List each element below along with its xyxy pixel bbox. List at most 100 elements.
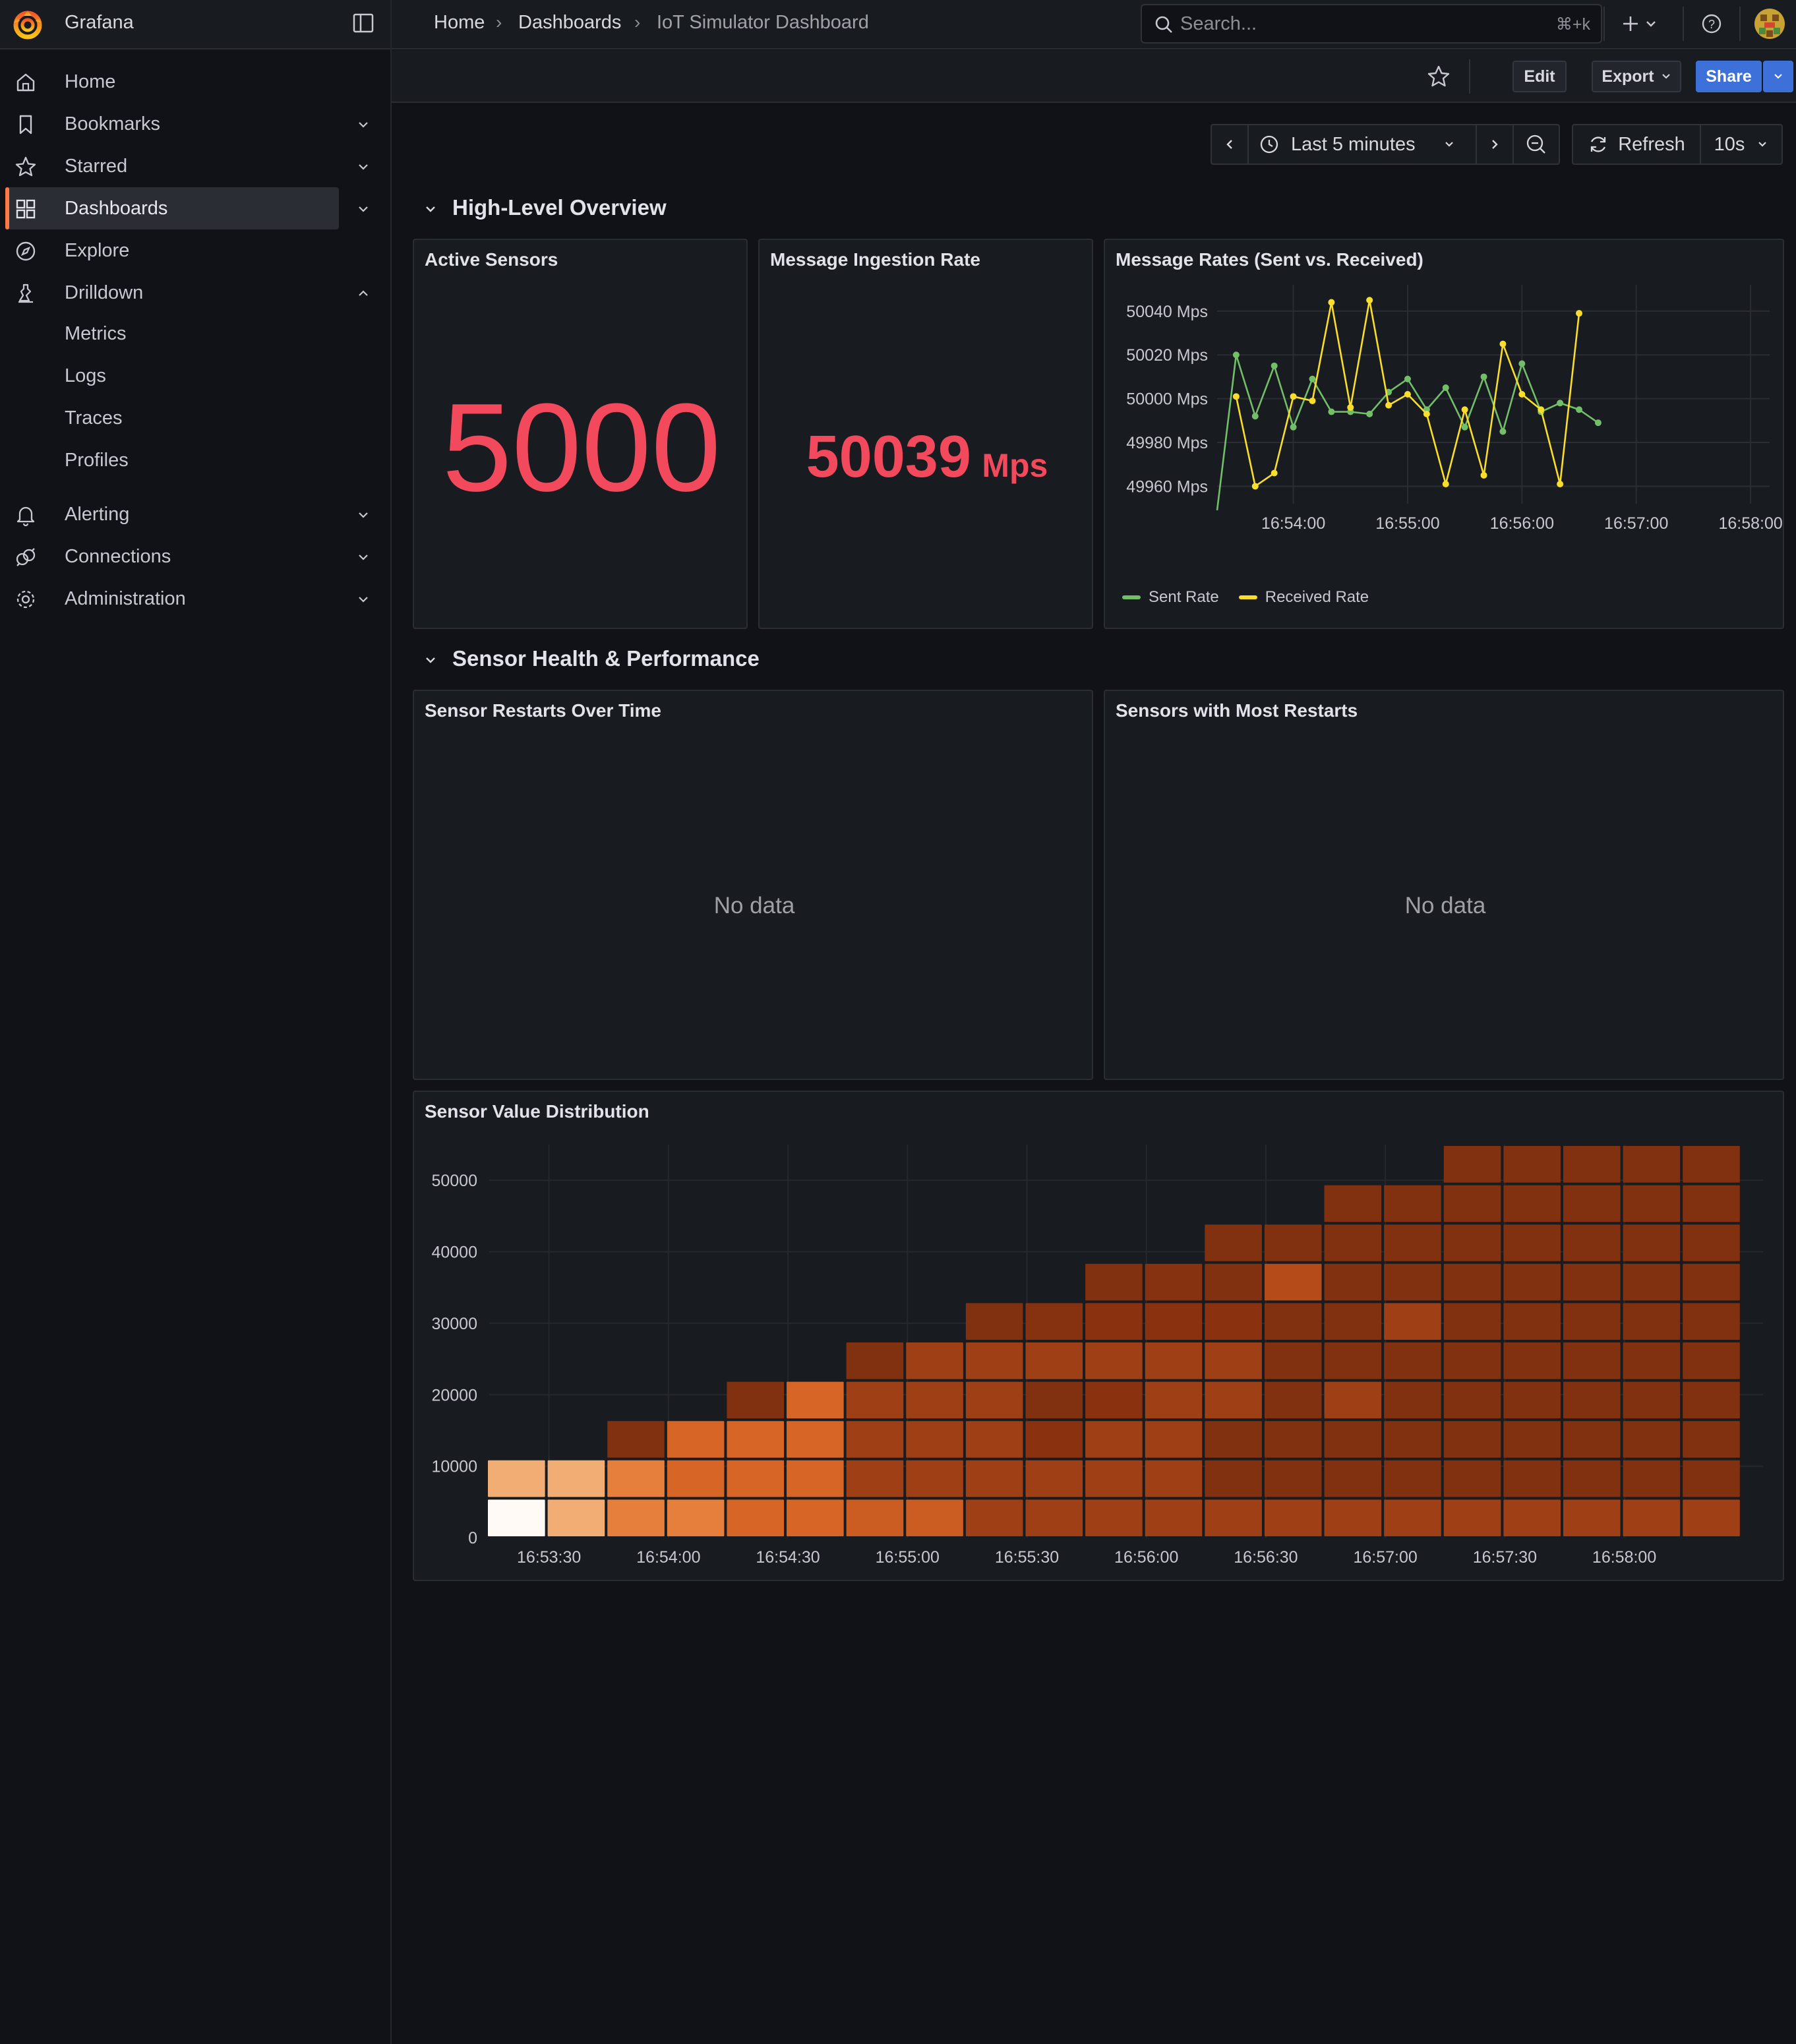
new-plus-icon[interactable] bbox=[1619, 11, 1665, 37]
sidebar-subitem-profiles[interactable]: Profiles bbox=[65, 450, 129, 471]
y-tick-label: 30000 bbox=[431, 1315, 477, 1333]
star-icon[interactable] bbox=[1427, 65, 1451, 88]
data-point bbox=[1594, 419, 1601, 427]
breadcrumb-dashboards[interactable]: Dashboards bbox=[518, 12, 621, 34]
heatmap-cell bbox=[1563, 1263, 1621, 1301]
data-point bbox=[1423, 410, 1430, 417]
sidebar-subitem-metrics[interactable]: Metrics bbox=[65, 323, 126, 345]
heatmap-cell bbox=[906, 1421, 963, 1458]
sidebar-item-administration[interactable]: Administration bbox=[0, 578, 389, 620]
heatmap-cell bbox=[1324, 1499, 1382, 1536]
row-title[interactable]: High-Level Overview bbox=[452, 195, 667, 220]
panel-sensor-value-distribution: Sensor Value Distribution 0 10000 20000 300… bbox=[413, 1091, 1784, 1581]
x-tick-label: 16:54:30 bbox=[756, 1548, 820, 1567]
sidebar-item-home[interactable]: Home bbox=[0, 61, 389, 103]
heatmap-cell bbox=[787, 1499, 844, 1536]
heatmap-cell bbox=[1623, 1303, 1681, 1340]
sidebar-item-label: Connections bbox=[65, 546, 171, 567]
refresh-interval-picker[interactable]: 10s bbox=[1700, 124, 1783, 165]
data-point bbox=[1442, 481, 1449, 488]
search-shortcut: ⌘+k bbox=[1555, 15, 1590, 34]
row-title[interactable]: Sensor Health & Performance bbox=[452, 646, 760, 671]
sidebar-item-connections[interactable]: Connections bbox=[0, 535, 389, 578]
heatmap-cell bbox=[1683, 1499, 1740, 1536]
x-tick-label: 16:55:00 bbox=[1375, 514, 1439, 533]
zoom-out-button[interactable] bbox=[1512, 124, 1560, 165]
sidebar-item-starred[interactable]: Starred bbox=[0, 145, 389, 187]
time-back-button[interactable] bbox=[1211, 124, 1249, 165]
chevron-up-icon[interactable] bbox=[356, 286, 371, 301]
sidebar-item-bookmarks[interactable]: Bookmarks bbox=[0, 103, 389, 145]
heatmap-cell bbox=[965, 1460, 1023, 1497]
sidebar-item-alerting[interactable]: Alerting bbox=[0, 493, 389, 535]
breadcrumb-home[interactable]: Home bbox=[434, 12, 485, 34]
heatmap-cell bbox=[1205, 1460, 1262, 1497]
heatmap-cell bbox=[1443, 1421, 1501, 1458]
heatmap-cell bbox=[1264, 1263, 1322, 1301]
export-button[interactable]: Export bbox=[1592, 61, 1681, 92]
chevron-down-icon[interactable] bbox=[356, 550, 371, 564]
y-tick-label: 49980 Mps bbox=[1126, 434, 1208, 452]
time-forward-button[interactable] bbox=[1476, 124, 1514, 165]
heatmap-cell bbox=[1443, 1499, 1501, 1536]
search-icon bbox=[1155, 16, 1172, 33]
heatmap-cell bbox=[1683, 1460, 1740, 1497]
heatmap-cell bbox=[1324, 1460, 1382, 1497]
heatmap-cell bbox=[1145, 1381, 1203, 1419]
share-button[interactable]: Share bbox=[1696, 61, 1762, 92]
heatmap-cell bbox=[1264, 1499, 1322, 1536]
compass-icon bbox=[16, 241, 36, 261]
share-options-button[interactable] bbox=[1763, 61, 1793, 92]
stat-value: 50039 bbox=[806, 424, 971, 490]
chevron-down-icon[interactable] bbox=[356, 508, 371, 522]
no-data-message: No data bbox=[1404, 893, 1486, 918]
breadcrumb-current: IoT Simulator Dashboard bbox=[657, 12, 869, 33]
row-collapse-chevron-icon[interactable] bbox=[422, 200, 439, 218]
data-point bbox=[1480, 471, 1487, 479]
heatmap-cell bbox=[965, 1421, 1023, 1458]
dock-menu-icon[interactable] bbox=[352, 12, 374, 34]
chevron-down-icon[interactable] bbox=[356, 202, 371, 216]
legend-item-received[interactable]: Received Rate bbox=[1265, 588, 1369, 607]
time-range-picker[interactable]: Last 5 minutes bbox=[1247, 124, 1477, 165]
sidebar-item-explore[interactable]: Explore bbox=[0, 229, 389, 272]
refresh-button[interactable]: Refresh bbox=[1572, 124, 1701, 165]
user-avatar-icon[interactable] bbox=[1754, 8, 1785, 40]
breadcrumb-separator: › bbox=[634, 12, 641, 32]
x-tick-label: 16:55:00 bbox=[876, 1548, 940, 1567]
heatmap-cell bbox=[1623, 1224, 1681, 1261]
message-rates-chart: 50040 Mps 50020 Mps 50000 Mps 49980 Mps 4996… bbox=[1126, 285, 1783, 533]
edit-button[interactable]: Edit bbox=[1512, 61, 1567, 92]
heatmap-cell bbox=[1324, 1224, 1382, 1261]
chevron-down-icon[interactable] bbox=[356, 592, 371, 607]
search-input[interactable]: Search... ⌘+k bbox=[1141, 4, 1602, 44]
sidebar-item-label: Bookmarks bbox=[65, 113, 161, 135]
heatmap-cell bbox=[1503, 1499, 1561, 1536]
legend-item-sent[interactable]: Sent Rate bbox=[1149, 588, 1219, 607]
data-point bbox=[1232, 351, 1240, 359]
heatmap-cell bbox=[1563, 1342, 1621, 1379]
sidebar-subitem-traces[interactable]: Traces bbox=[65, 407, 123, 429]
chevron-down-icon[interactable] bbox=[356, 160, 371, 174]
chevron-down-icon[interactable] bbox=[356, 117, 371, 132]
help-icon[interactable]: ? bbox=[1698, 11, 1725, 37]
row-collapse-chevron-icon[interactable] bbox=[422, 651, 439, 669]
heatmap-cell bbox=[1683, 1303, 1740, 1340]
chevron-down-icon bbox=[1445, 142, 1453, 147]
chevron-down-icon bbox=[1758, 142, 1767, 147]
heatmap-cell bbox=[846, 1381, 904, 1419]
heatmap-cell bbox=[1623, 1146, 1681, 1183]
sidebar-item-label: Home bbox=[65, 71, 116, 92]
cog-icon bbox=[16, 590, 35, 609]
heatmap-cell bbox=[1145, 1460, 1203, 1497]
refresh-icon bbox=[1591, 136, 1606, 152]
sidebar-border bbox=[390, 0, 392, 2044]
sidebar-subitem-logs[interactable]: Logs bbox=[65, 365, 106, 387]
data-point bbox=[1557, 481, 1564, 488]
panel-message-rates: Message Rates (Sent vs. Received) 50040 … bbox=[1104, 239, 1784, 629]
heatmap-cell bbox=[1443, 1146, 1501, 1183]
sidebar-item-drilldown[interactable]: Drilldown bbox=[0, 272, 389, 314]
sidebar-item-dashboards[interactable]: Dashboards bbox=[0, 187, 389, 229]
share-label: Share bbox=[1706, 67, 1752, 86]
grafana-logo-icon[interactable] bbox=[12, 7, 44, 41]
